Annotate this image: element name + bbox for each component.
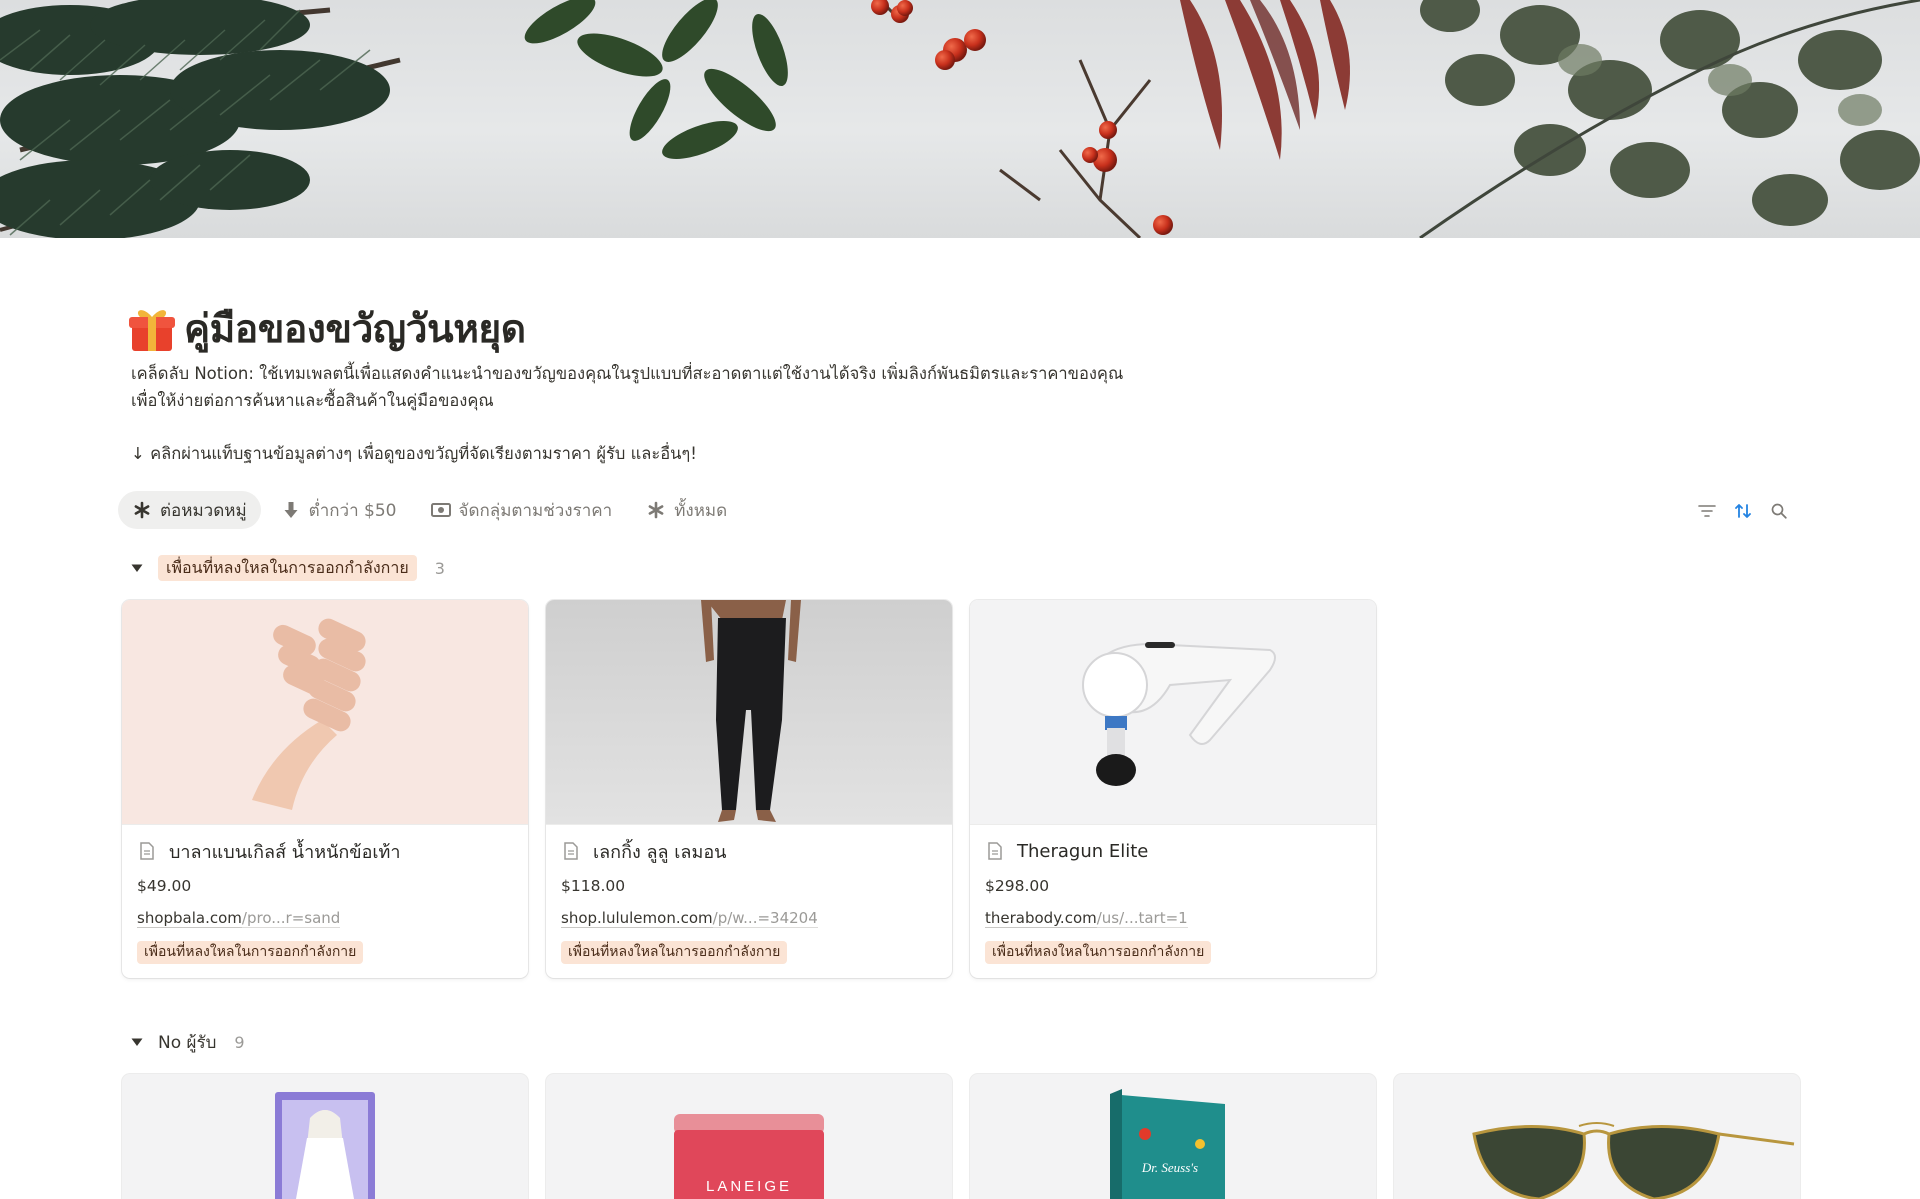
caret-down-icon[interactable] [130, 1035, 144, 1049]
link-domain: therabody.com [985, 909, 1097, 928]
laneige-jar-image: LANEIGE [674, 1114, 824, 1199]
tab-label: ทั้งหมด [674, 500, 728, 521]
massage-gun-image [1082, 642, 1276, 786]
description-line-1: เคล็ดลับ Notion: ใช้เทมเพลตนี้เพื่อแสดงค… [131, 364, 1124, 383]
group-count: 3 [434, 558, 445, 578]
laneige-label: LANEIGE [706, 1178, 792, 1195]
tab-label: จัดกลุ่มตามช่วงราคา [458, 500, 613, 521]
page-doc-icon [140, 842, 154, 860]
holiday-foliage-cover-art [0, 0, 1920, 238]
link-path: /pro...r=sand [241, 909, 341, 928]
link-path: /us/...tart=1 [1096, 909, 1188, 928]
card-title: บาลาแบนเกิลส์ น้ำหนักข้อเท้า [169, 841, 401, 863]
tab-all[interactable]: ทั้งหมด [632, 491, 741, 529]
gift-icon[interactable] [126, 303, 178, 355]
tab-label: ต่ำกว่า $50 [308, 500, 397, 521]
card-cover-image [122, 600, 528, 825]
gallery-card[interactable] [1394, 1074, 1800, 1199]
gallery-card[interactable]: LANEIGE [546, 1074, 952, 1199]
arrow-down-icon [281, 500, 301, 520]
page-doc-icon [988, 842, 1002, 860]
sort-icon[interactable] [1732, 500, 1754, 522]
page-title[interactable]: คู่มือของขวัญวันหยุด [184, 298, 526, 360]
category-tag: เพื่อนที่หลงใหลในการออกกำลังกาย [985, 941, 1212, 964]
link-domain: shop.lululemon.com [561, 909, 713, 928]
tab-under-50[interactable]: ต่ำกว่า $50 [267, 491, 411, 529]
filter-icon[interactable] [1696, 500, 1718, 522]
navigation-hint: ↓ คลิกผ่านแท็บฐานข้อมูลต่างๆ เพื่อดูของข… [131, 444, 697, 463]
link-domain: shopbala.com [137, 909, 242, 928]
page-title-row: คู่มือของขวัญวันหยุด [126, 302, 526, 356]
gallery-card[interactable]: Dr. Seuss's [970, 1074, 1376, 1199]
leggings-model-image [701, 600, 801, 822]
tab-by-category[interactable]: ต่อหมวดหมู่ [118, 491, 261, 529]
book-label: Dr. Seuss's [1141, 1160, 1198, 1175]
card-title: เลกกิ้ง ลูลู เลมอน [593, 841, 727, 863]
gallery-card[interactable]: เลกกิ้ง ลูลู เลมอน $118.00 shop.lululemo… [546, 600, 952, 978]
card-price: $49.00 [137, 877, 192, 895]
gallery-card[interactable]: บาลาแบนเกิลส์ น้ำหนักข้อเท้า $49.00 shop… [122, 600, 528, 978]
category-tag: เพื่อนที่หลงใหลในการออกกำลังกาย [137, 941, 364, 964]
tab-label: ต่อหมวดหมู่ [160, 500, 247, 521]
group-label: เพื่อนที่หลงใหลในการออกกำลังกาย [158, 555, 417, 581]
group-header-no-recipient[interactable]: No ผู้รับ 9 [130, 1027, 245, 1057]
page-doc-icon [564, 842, 578, 860]
category-tag: เพื่อนที่หลงใหลในการออกกำลังกาย [561, 941, 788, 964]
search-icon[interactable] [1768, 500, 1790, 522]
link-path: /p/w...=34204 [712, 909, 818, 928]
gallery-card[interactable]: Theragun Elite $298.00 therabody.com/us/… [970, 600, 1376, 978]
card-link[interactable]: therabody.com/us/...tart=1 [985, 909, 1361, 931]
page-cover[interactable] [0, 0, 1920, 238]
asterisk-icon [646, 500, 666, 520]
database-view-tabs: ต่อหมวดหมู่ ต่ำกว่า $50 จัดกลุ่มตามช่วงร… [118, 489, 741, 531]
ankle-weights-image [252, 618, 366, 810]
card-price: $118.00 [561, 877, 626, 895]
card-link[interactable]: shop.lululemon.com/p/w...=34204 [561, 909, 937, 931]
asterisk-icon [132, 500, 152, 520]
card-cover-image [970, 600, 1376, 825]
aviator-sunglasses-image [1472, 1122, 1795, 1199]
card-cover-image [546, 600, 952, 825]
dr-seuss-books-image: Dr. Seuss's [1110, 1089, 1225, 1199]
description-line-2: เพื่อให้ง่ายต่อการค้นหาและซื้อสินค้าในคู… [131, 391, 494, 410]
group-label: No ผู้รับ [158, 1032, 217, 1053]
doll-box-image [275, 1092, 375, 1199]
card-price: $298.00 [985, 877, 1050, 895]
gallery-card[interactable] [122, 1074, 528, 1199]
card-title: Theragun Elite [1017, 840, 1149, 862]
page-description: เคล็ดลับ Notion: ใช้เทมเพลตนี้เพื่อแสดงค… [131, 360, 1131, 414]
money-icon [430, 500, 451, 520]
card-link[interactable]: shopbala.com/pro...r=sand [137, 909, 513, 931]
group-header-fitness[interactable]: เพื่อนที่หลงใหลในการออกกำลังกาย 3 [130, 553, 445, 583]
caret-down-icon[interactable] [130, 561, 144, 575]
group-count: 9 [234, 1032, 245, 1052]
tab-group-by-price[interactable]: จัดกลุ่มตามช่วงราคา [417, 491, 627, 529]
